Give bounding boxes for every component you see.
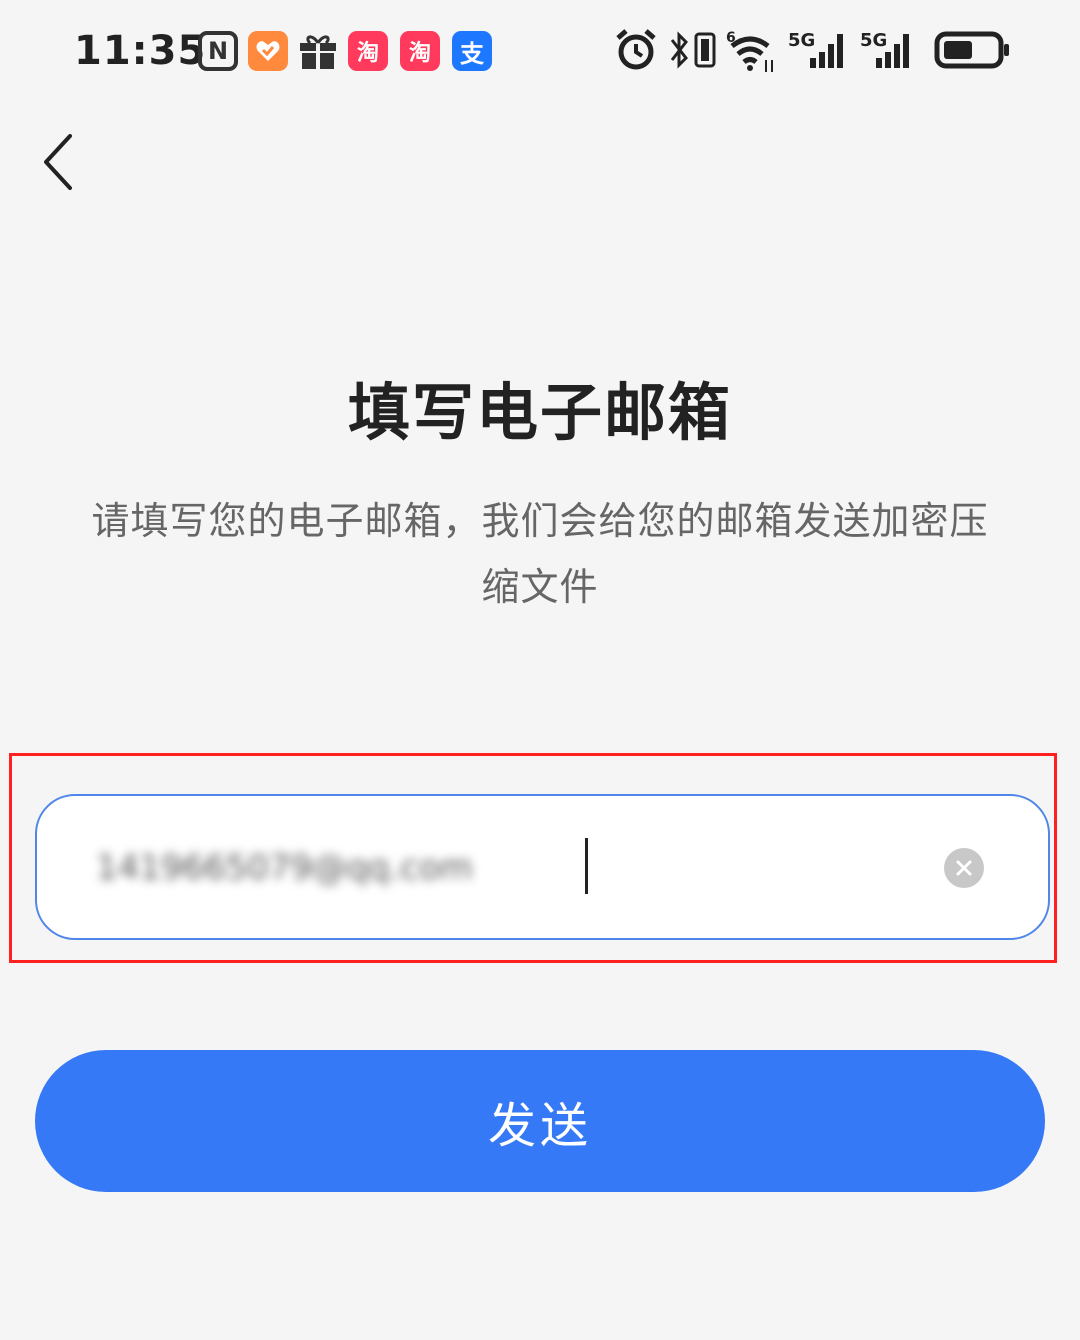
page-description: 请填写您的电子邮箱，我们会给您的邮箱发送加密压缩文件	[91, 499, 989, 609]
send-button[interactable]: 发送	[35, 1050, 1045, 1192]
text-cursor	[585, 838, 588, 894]
close-icon	[956, 860, 972, 876]
alipay-icon: 支	[452, 31, 492, 71]
status-time: 11:35	[74, 28, 207, 74]
gift-icon	[298, 31, 338, 71]
battery-icon	[934, 31, 1009, 69]
bluetooth-icon	[670, 31, 688, 69]
taobao-icon: 淘	[348, 31, 388, 71]
vibrate-icon	[694, 32, 716, 68]
back-button[interactable]	[28, 124, 88, 200]
wifi-icon: 6	[726, 30, 773, 72]
taobao-icon: 淘	[400, 31, 440, 71]
chevron-left-icon	[44, 134, 72, 190]
nfc-icon: N	[198, 31, 238, 71]
email-input-value[interactable]: 1419665079@qq.com	[96, 838, 588, 898]
signal-strength-icon: 5G	[860, 30, 909, 68]
svg-text:5G: 5G	[788, 30, 815, 51]
clear-input-button[interactable]	[944, 848, 984, 888]
svg-text:5G: 5G	[860, 30, 887, 51]
page-title: 填写电子邮箱	[347, 376, 732, 449]
send-button-label: 发送	[487, 1098, 592, 1154]
signal-strength-icon: 5G	[788, 30, 843, 68]
alarm-icon	[616, 29, 656, 70]
heart-app-icon	[248, 31, 288, 71]
status-bar: 11:35 N 淘 淘 支 6 5G 5G	[0, 0, 1080, 100]
